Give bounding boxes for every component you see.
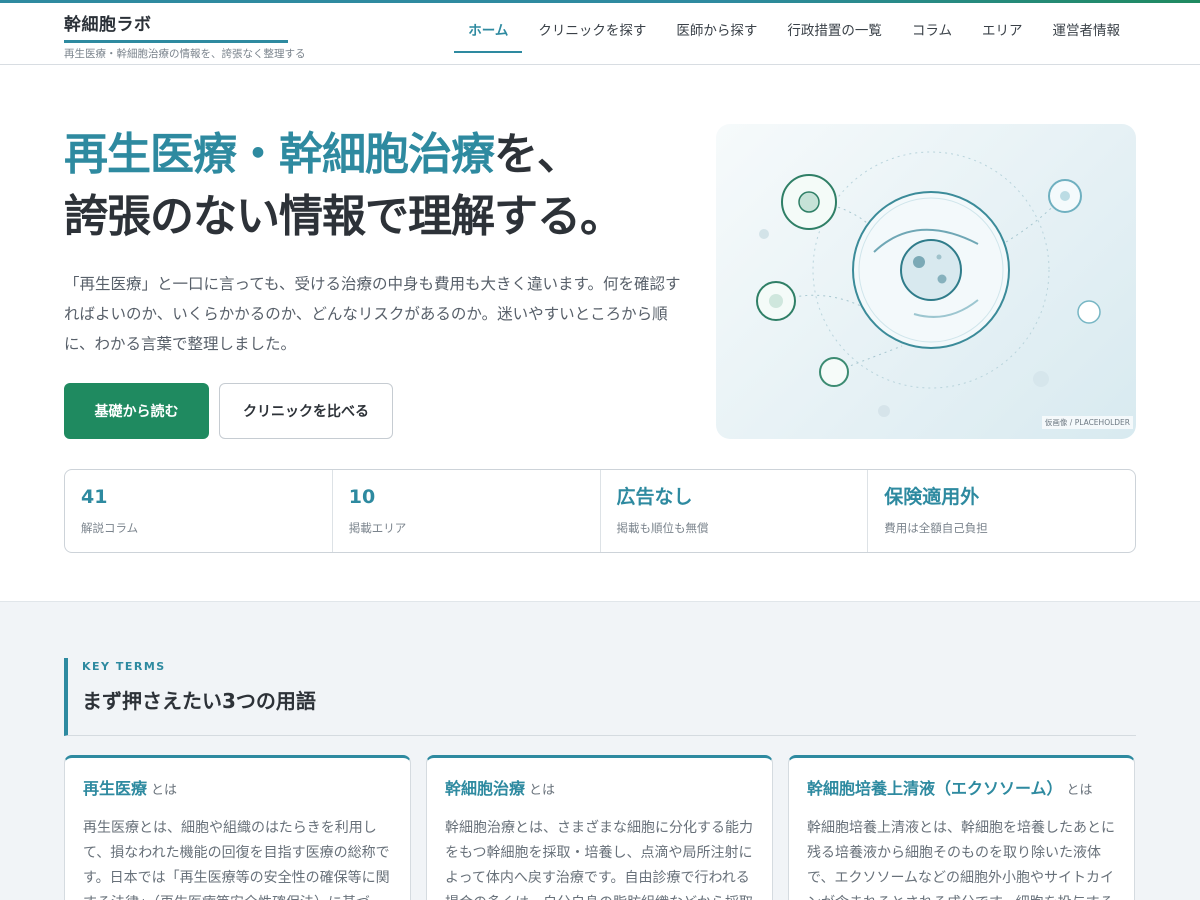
card-body: 再生医療とは、細胞や組織のはたらきを利用して、損なわれた機能の回復を目指す医療の… (83, 820, 390, 900)
read-basics-button[interactable]: 基礎から読む (64, 383, 209, 439)
hero-description: 「再生医療」と一口に言っても、受ける治療の中身も費用も大きく違います。何を確認す… (64, 275, 681, 353)
hero-title-line2: 誇張のない情報で理解する。 (64, 191, 624, 242)
hero-title-accent: 再生医療・幹細胞治療 (64, 129, 495, 180)
nav-item-administrative-actions[interactable]: 行政措置の一覧 (773, 3, 896, 53)
card-title: 幹細胞培養上清液（エクソソーム） とは (807, 778, 1116, 802)
stat-no-ads: 広告なし 掲載も順位も無償 (601, 470, 869, 552)
stat-label: 掲載も順位も無償 (616, 521, 709, 535)
stat-columns: 41 解説コラム (65, 470, 333, 552)
stem-cell-illustration (756, 151, 1101, 417)
term-card-exosome[interactable]: 幹細胞培養上清液（エクソソーム） とは 幹細胞培養上清液とは、幹細胞を培養したあと… (788, 755, 1135, 900)
key-terms-section: KEY TERMS まず押さえたい3つの用語 再生医療 とは 再生医療とは、細胞や… (0, 601, 1200, 900)
stat-label: 掲載エリア (348, 521, 407, 535)
card-term: 再生医療 (83, 779, 148, 798)
card-body: 幹細胞培養上清液とは、幹細胞を培養したあとに残る培養液から細胞そのものを取り除い… (807, 820, 1115, 900)
stat-label: 解説コラム (81, 521, 139, 535)
term-card-regenerative-medicine[interactable]: 再生医療 とは 再生医療とは、細胞や組織のはたらきを利用して、損なわれた機能の回復… (64, 755, 411, 900)
placeholder-label: 仮画像 / PLACEHOLDER (1041, 416, 1133, 429)
hero-title: 再生医療・幹細胞治療を、 誇張のない情報で理解する。 (64, 124, 624, 248)
card-suffix: とは (529, 783, 556, 798)
card-body: 幹細胞治療とは、さまざまな細胞に分化する能力をもつ幹細胞を採取・培養し、点滴や局… (445, 820, 753, 900)
card-term: 幹細胞培養上清液（エクソソーム） (807, 779, 1063, 798)
logo-subtitle: 再生医療・幹細胞治療の情報を、誇張なく整理する (64, 48, 306, 60)
card-title: 再生医療 とは (83, 778, 392, 802)
nav-item-find-clinic[interactable]: クリニックを探す (524, 3, 660, 53)
section-title: まず押さえたい3つの用語 (82, 689, 316, 713)
stat-value: 保険適用外 (884, 486, 980, 508)
stat-label: 費用は全額自己負担 (884, 521, 988, 535)
hero-title-rest: を、 (494, 129, 581, 180)
site-logo[interactable]: 幹細胞ラボ 再生医療・幹細胞治療の情報を、誇張なく整理する (64, 10, 306, 61)
stat-value: 広告なし (616, 486, 693, 508)
stat-value: 41 (81, 486, 108, 508)
site-header: 幹細胞ラボ 再生医療・幹細胞治療の情報を、誇張なく整理する ホーム クリニックを… (0, 3, 1200, 65)
stat-insurance: 保険適用外 費用は全額自己負担 (868, 470, 1135, 552)
nav-item-home[interactable]: ホーム (454, 3, 523, 53)
card-suffix: とは (151, 783, 178, 798)
section-eyebrow: KEY TERMS (82, 660, 166, 673)
card-term: 幹細胞治療 (445, 779, 526, 798)
main-nav: ホーム クリニックを探す 医師から探す 行政措置の一覧 コラム エリア 運営者情… (454, 3, 1136, 65)
section-heading: KEY TERMS まず押さえたい3つの用語 (64, 658, 1136, 736)
card-suffix: とは (1066, 783, 1093, 798)
nav-item-area[interactable]: エリア (968, 3, 1037, 53)
stats-bar: 41 解説コラム 10 掲載エリア 広告なし 掲載も順位も無償 保険適用外 費用… (64, 469, 1136, 553)
hero-illustration: 仮画像 / PLACEHOLDER (716, 124, 1136, 439)
nav-item-column[interactable]: コラム (898, 3, 966, 53)
logo-title[interactable]: 幹細胞ラボ (64, 10, 288, 43)
nav-item-operator-info[interactable]: 運営者情報 (1039, 3, 1135, 53)
nav-item-find-doctor[interactable]: 医師から探す (662, 3, 771, 53)
compare-clinics-button[interactable]: クリニックを比べる (219, 383, 393, 439)
card-title: 幹細胞治療 とは (445, 778, 754, 802)
stat-value: 10 (348, 486, 376, 508)
stat-areas: 10 掲載エリア (333, 470, 601, 552)
term-card-stem-cell-therapy[interactable]: 幹細胞治療 とは 幹細胞治療とは、さまざまな細胞に分化する能力をもつ幹細胞を採取・… (426, 755, 773, 900)
